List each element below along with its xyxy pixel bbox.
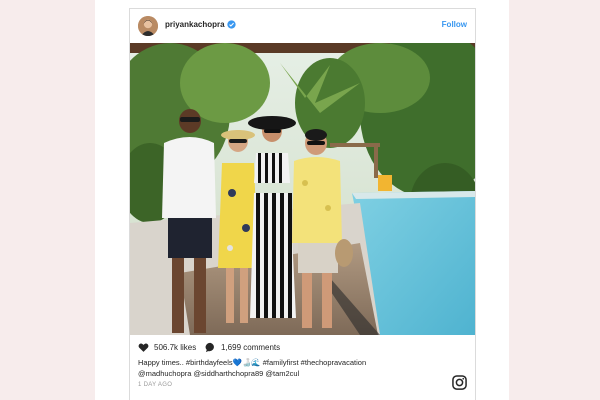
post-actions: 506.7k likes 1,699 comments [138,342,468,354]
comments-count[interactable]: 1,699 comments [221,343,280,352]
post-photo[interactable] [130,43,475,335]
avatar[interactable] [138,16,158,36]
post-header: priyankachopra Follow [130,9,475,44]
caption-mentions[interactable]: @madhuchopra @siddharthchopra89 @tam2cul [138,368,438,379]
instagram-post-card: priyankachopra Follow 506.7k likes 1,699… [129,8,476,400]
follow-button[interactable]: Follow [442,20,467,29]
instagram-icon[interactable] [452,375,467,390]
caption-line-1: Happy times.. #birthdayfeels💙🍶🌊 #familyf… [138,358,367,367]
likes-count[interactable]: 506.7k likes [154,343,196,352]
heart-icon[interactable] [138,342,149,353]
post-caption: Happy times.. #birthdayfeels💙🍶🌊 #familyf… [138,357,438,379]
username[interactable]: priyankachopra [165,20,225,29]
post-timestamp: 1 DAY AGO [138,382,173,388]
speech-bubble-icon[interactable] [205,342,216,353]
page-container: priyankachopra Follow 506.7k likes 1,699… [95,0,509,400]
verified-badge-icon [227,20,236,29]
